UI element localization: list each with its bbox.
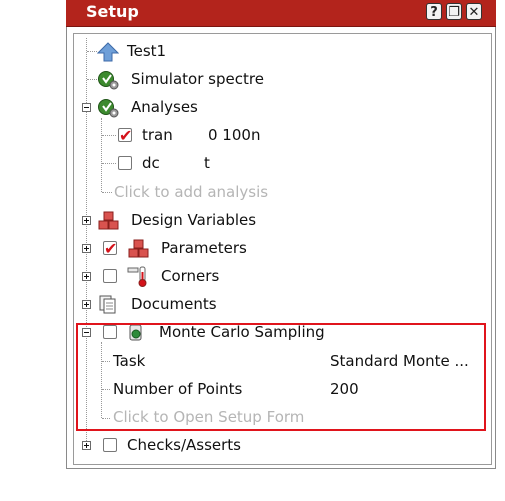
monte-carlo-label: Monte Carlo Sampling <box>159 323 325 341</box>
simulator-gear-icon <box>98 71 119 90</box>
test-label: Test1 <box>127 42 167 60</box>
tran-checkbox[interactable] <box>118 123 132 149</box>
monte-carlo-die-icon <box>129 324 142 341</box>
corners-expand-toggle[interactable] <box>82 272 91 281</box>
documents-label: Documents <box>131 295 217 313</box>
monte-carlo-collapse-toggle[interactable] <box>82 328 91 337</box>
tree-branch <box>102 418 110 419</box>
number-of-points-label: Number of Points <box>113 380 243 398</box>
title-bar: Setup ? ❐ ✕ <box>66 0 496 27</box>
analysis-value: 0 100n <box>208 126 261 144</box>
window-title: Setup <box>86 2 139 21</box>
tree-branch <box>87 79 97 80</box>
tree-branch <box>102 192 112 193</box>
number-of-points-value[interactable]: 200 <box>330 376 359 402</box>
up-arrow-icon <box>97 42 119 62</box>
checks-checkbox[interactable] <box>103 438 117 452</box>
analysis-row-tran[interactable]: tran 0 100n <box>118 122 418 149</box>
analyses-label: Analyses <box>131 98 198 116</box>
thermometer-icon <box>127 266 147 287</box>
restore-button[interactable]: ❐ <box>446 3 462 20</box>
tree-branch <box>102 361 110 362</box>
tree-branch <box>102 389 110 390</box>
analyses-gear-icon <box>98 99 119 118</box>
documents-icon <box>99 295 116 314</box>
parameters-expand-toggle[interactable] <box>82 244 91 253</box>
tree-branch <box>102 135 116 136</box>
open-setup-form-link[interactable]: Click to Open Setup Form <box>113 404 304 430</box>
checks-expand-toggle[interactable] <box>82 441 91 450</box>
task-label: Task <box>113 352 146 370</box>
analysis-name: tran <box>142 126 173 144</box>
checks-label: Checks/Asserts <box>127 436 241 454</box>
close-button[interactable]: ✕ <box>466 3 482 20</box>
simulator-label: Simulator spectre <box>131 70 264 88</box>
design-variables-expand-toggle[interactable] <box>82 216 91 225</box>
tree-line-analyses <box>101 118 102 192</box>
dc-checkbox[interactable] <box>118 156 132 170</box>
corners-checkbox[interactable] <box>103 269 117 283</box>
parameters-label: Parameters <box>161 239 247 257</box>
design-variables-label: Design Variables <box>131 211 257 229</box>
tree-line-monte-carlo <box>101 342 102 418</box>
corners-label: Corners <box>161 267 220 285</box>
help-button[interactable]: ? <box>426 3 442 20</box>
analysis-value: t <box>204 154 210 172</box>
monte-carlo-checkbox[interactable] <box>103 325 117 339</box>
tree-line-root <box>86 38 87 445</box>
add-analysis-link[interactable]: Click to add analysis <box>114 179 268 205</box>
cubes-icon <box>128 239 149 258</box>
cubes-icon <box>98 211 119 230</box>
analysis-row-dc[interactable]: dc t <box>118 150 418 176</box>
parameters-checkbox[interactable] <box>103 236 117 262</box>
documents-expand-toggle[interactable] <box>82 300 91 309</box>
analysis-name: dc <box>142 154 160 172</box>
tree-branch <box>102 163 116 164</box>
tree-branch <box>87 51 97 52</box>
task-value[interactable]: Standard Monte ... <box>330 348 469 374</box>
analyses-collapse-toggle[interactable] <box>82 103 91 112</box>
